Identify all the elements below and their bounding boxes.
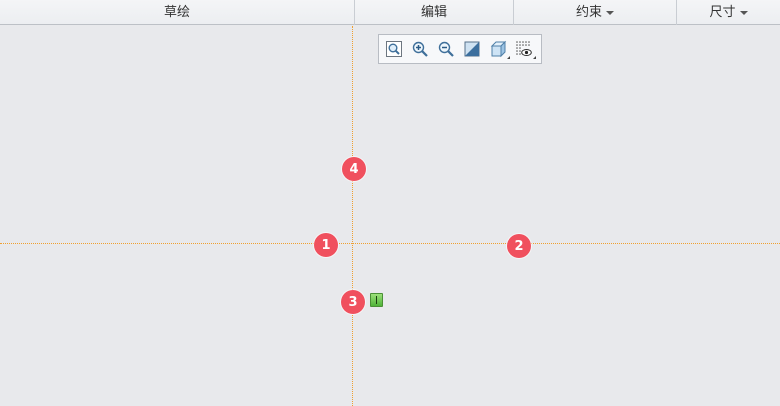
ribbon-group-edit-label: 编辑: [420, 5, 447, 20]
zoom-in-icon: [412, 41, 428, 57]
chevron-down-icon: [606, 11, 614, 15]
cursor-icon: [370, 293, 383, 307]
display-style-button[interactable]: [488, 39, 510, 59]
horizontal-centerline: [0, 243, 780, 244]
callout-marker-3: 3: [341, 290, 365, 314]
ribbon-group-sketch-label: 草绘: [163, 5, 190, 20]
ribbon-group-sketch[interactable]: 草绘: [0, 0, 355, 25]
ribbon-group-constraint[interactable]: 约束: [514, 0, 677, 25]
ribbon-group-dimension-label: 尺寸: [709, 5, 736, 20]
callout-marker-1: 1: [314, 233, 338, 257]
flyout-indicator: [507, 56, 510, 59]
graphics-toolbar: [378, 34, 542, 64]
ribbon-group-edit[interactable]: 编辑: [355, 0, 514, 25]
callout-marker-4: 4: [342, 157, 366, 181]
ribbon-group-bar: 草绘 编辑 约束 尺寸: [0, 0, 780, 25]
vertical-centerline: [352, 26, 353, 406]
ribbon-group-dimension[interactable]: 尺寸: [677, 0, 780, 25]
flyout-indicator: [533, 56, 536, 59]
zoom-in-button[interactable]: [410, 39, 430, 59]
chevron-down-icon: [739, 11, 748, 15]
repaint-icon: [464, 41, 480, 57]
sketch-display-button[interactable]: [514, 39, 536, 59]
sketch-canvas[interactable]: [0, 26, 780, 406]
callout-marker-2: 2: [507, 234, 531, 258]
display-style-icon: [490, 40, 507, 58]
zoom-out-icon: [438, 41, 454, 57]
zoom-fit-icon: [386, 41, 402, 57]
zoom-out-button[interactable]: [436, 39, 456, 59]
ribbon-group-constraint-label: 约束: [575, 5, 602, 20]
sketch-display-icon: [516, 41, 532, 56]
repaint-button[interactable]: [462, 39, 482, 59]
refit-button[interactable]: [384, 39, 404, 59]
